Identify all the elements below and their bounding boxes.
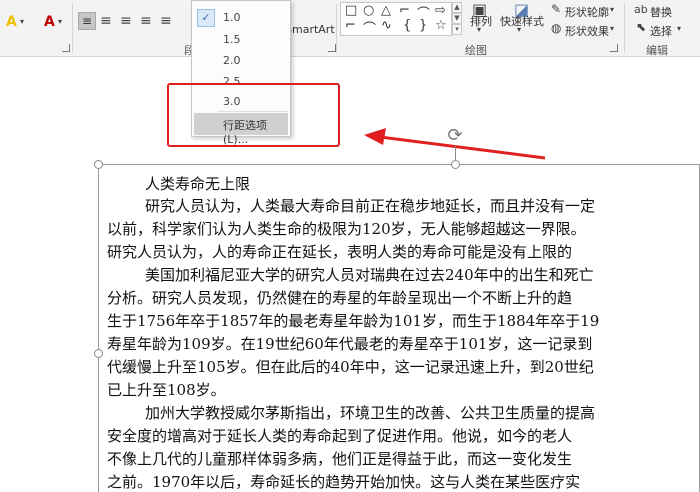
align-left-button[interactable]: ≡ [78,12,96,30]
star-shape-icon[interactable]: ☆ [435,18,447,33]
font-color-dropdown-icon[interactable]: ▾ [58,17,62,26]
line-spacing-option-label: 1.5 [223,33,241,46]
gallery-scroll-up-icon[interactable]: ▲ [452,2,462,13]
highlight-icon[interactable]: A [6,14,17,30]
highlight-dropdown-icon[interactable]: ▾ [20,17,24,26]
shape-outline-button[interactable]: 形状轮廓 [565,4,609,20]
document-line: 分析。研究人员发现，仍然健在的寿星的年龄呈现出一个不断上升的趋 [107,289,573,307]
document-line: 之前。1970年以后，寿命延长的趋势开始加快。这与人类在某些医疗实 [107,473,581,491]
document-line: 以前，科学家们认为人类生命的极限为120岁，无人能够超越这一界限。 [107,220,586,238]
drawing-group-label: 绘图 [465,44,487,57]
triangle-shape-icon[interactable]: △ [381,3,391,18]
rectangle-shape-icon[interactable]: □ [345,3,357,18]
line-spacing-option-1[interactable]: ✓ 1.0 [192,7,290,28]
select-dropdown-icon[interactable]: ▾ [677,24,681,33]
resize-handle-middle-left[interactable] [94,349,103,358]
resize-handle-top-left[interactable] [94,160,103,169]
editing-group-label: 编辑 [646,44,668,57]
document-title: 人类寿命无上限 [145,175,251,193]
rotate-handle-icon[interactable]: ⟳ [445,126,465,146]
curve-shape-icon[interactable]: ⌒ [363,18,376,37]
quick-styles-button[interactable]: 快速样式 [500,13,544,29]
select-icon[interactable]: ⬉ [636,20,646,34]
line-spacing-option-label: 1.0 [223,11,241,24]
replace-button[interactable]: 替换 [650,4,672,20]
line-spacing-option-3[interactable]: 2.0 [192,50,290,71]
align-left-icon: ≡ [82,14,93,28]
oval-shape-icon[interactable]: ○ [363,3,374,18]
align-center-icon[interactable]: ≡ [100,13,112,29]
document-line: 加州大学教授威尔茅斯指出，环境卫生的改善、公共卫生质量的提高 [145,404,596,422]
line-spacing-option-2[interactable]: 1.5 [192,29,290,50]
document-line: 已上升至108岁。 [107,381,226,399]
arrow-shape-icon[interactable]: ⇨ [435,3,446,18]
arrange-dropdown-icon[interactable]: ▾ [477,25,481,34]
line-spacing-option-label: 2.0 [223,54,241,67]
quick-styles-dropdown-icon[interactable]: ▾ [517,25,521,34]
paragraph-group-launcher-icon[interactable] [328,44,336,52]
document-line: 代缓慢上升至105岁。但在此后的40年中，这一记录迅速上升，到20世纪 [107,358,594,376]
separator [72,4,73,52]
shapes-gallery[interactable]: □ ○ △ ⌐ ⌒ ⇨ ⌐ ⌒ ∿ { } ☆ [340,2,452,37]
select-button[interactable]: 选择 [650,23,672,39]
document-line: 安全度的增高对于延长人类的寿命起到了促进作用。他说，如今的老人 [107,427,573,445]
document-line: 寿星年龄为109岁。在19世纪60年代最老的寿星卒于101岁，这一记录到 [107,335,593,353]
separator [624,4,625,52]
brace-right-shape-icon[interactable]: } [419,18,427,33]
document-line: 美国加利福尼亚大学的研究人员对瑞典在过去240年中的出生和死亡 [145,266,594,284]
replace-icon[interactable]: ab [634,3,648,16]
freeform-shape-icon[interactable]: ∿ [381,18,392,33]
shape-effect-icon[interactable]: ◍ [551,21,561,35]
align-right-icon[interactable]: ≡ [120,13,132,29]
drawing-group-launcher-icon[interactable] [610,44,618,52]
gallery-scroll-down-icon[interactable]: ▼ [452,13,462,24]
checkmark-icon: ✓ [197,9,215,27]
shape-effect-dropdown-icon[interactable]: ▾ [610,24,614,33]
shape-effect-button[interactable]: 形状效果 [565,23,609,39]
rotate-handle-stem [455,146,456,160]
ribbon: A ▾ A ▾ ≡ ≡ ≡ ≡ ≡ 段 SmartArt □ ○ △ ⌐ ⌒ ⇨… [0,0,700,57]
document-line: 不像上几代的儿童那样体弱多病，他们正是得益于此，而这一变化发生 [107,450,573,468]
font-group-launcher-icon[interactable] [62,44,70,52]
annotation-highlight-box [167,83,340,147]
font-color-icon[interactable]: A [44,14,55,30]
separator [336,4,337,52]
line-shape-icon[interactable]: ⌐ [399,3,410,18]
document-line: 生于1756年卒于1857年的最老寿星年龄为101岁，而生于1884年卒于19 [107,312,600,330]
document-line: 研究人员认为，人类最大寿命目前正在稳步地延长，而且并没有一定 [145,197,596,215]
brace-left-shape-icon[interactable]: { [403,18,411,33]
document-line: 研究人员认为，人的寿命正在延长，表明人类的寿命可能是没有上限的 [107,243,573,261]
distributed-icon[interactable]: ≡ [160,13,172,29]
shape-outline-icon[interactable]: ✎ [551,2,561,16]
resize-handle-top-center[interactable] [451,160,460,169]
connector-shape-icon[interactable]: ⌐ [345,18,356,33]
justify-icon[interactable]: ≡ [140,13,152,29]
gallery-more-icon[interactable]: ▾ [452,24,462,35]
shape-outline-dropdown-icon[interactable]: ▾ [610,5,614,14]
smartart-button[interactable]: SmartArt [285,23,335,36]
